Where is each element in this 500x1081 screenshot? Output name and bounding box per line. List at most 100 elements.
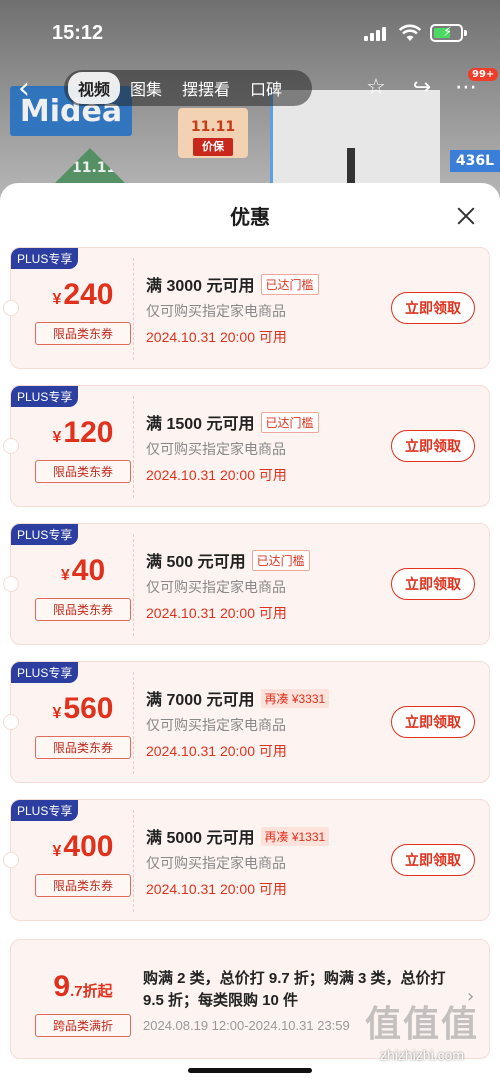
coupon-notch: [3, 300, 19, 316]
coupon-condition: 满 500 元可用 已达门槛: [146, 548, 310, 572]
signal-icon: [364, 27, 386, 41]
threshold-tag: 已达门槛: [260, 274, 319, 295]
coupon-amount: ¥240: [33, 278, 133, 312]
coupon-divider: [133, 396, 134, 498]
coupon-divider: [133, 534, 134, 636]
coupon-value: 40: [71, 554, 106, 587]
favorite-star-icon[interactable]: ☆: [362, 74, 390, 102]
coupon-date: 2024.10.31 20:00 可用: [146, 743, 287, 759]
back-icon[interactable]: ‹: [18, 74, 48, 104]
coupon-divider: [133, 258, 134, 360]
threshold-tag: 已达门槛: [260, 412, 319, 433]
home-indicator[interactable]: [188, 1068, 312, 1073]
promo-type: 跨品类满折: [35, 1014, 131, 1037]
coupon-description: 仅可购买指定家电商品: [146, 855, 286, 871]
coupon-amount: ¥40: [33, 554, 133, 588]
claim-button[interactable]: 立即领取: [391, 430, 475, 462]
coupon-condition: 满 5000 元可用 再凑 ¥1331: [146, 824, 330, 848]
discount-value: 9: [53, 970, 71, 1003]
claim-button[interactable]: 立即领取: [391, 292, 475, 324]
promo-tag-label: 11.11: [190, 119, 236, 135]
coupon-divider: [133, 810, 134, 912]
condition-text: 满 3000 元可用: [146, 278, 255, 295]
battery-nub: [464, 30, 467, 36]
share-icon[interactable]: ↪: [408, 74, 436, 102]
coupon-value: 400: [63, 830, 114, 863]
coupon-condition: 满 1500 元可用 已达门槛: [146, 410, 319, 434]
coupon-date: 2024.10.31 20:00 可用: [146, 605, 287, 621]
size-label: 436L: [449, 150, 500, 172]
currency-symbol: ¥: [60, 567, 70, 584]
coupon-date: 2024.10.31 20:00 可用: [146, 329, 287, 345]
battery-icon: ⚡: [430, 24, 467, 42]
condition-text: 满 500 元可用: [146, 554, 246, 571]
sheet-title: 优惠: [230, 207, 270, 229]
coupon-description: 仅可购买指定家电商品: [146, 579, 286, 595]
coupon-date: 2024.10.31 20:00 可用: [146, 881, 287, 897]
coupon-divider: [133, 672, 134, 774]
condition-text: 满 5000 元可用: [146, 830, 255, 847]
coupon-value: 120: [63, 416, 114, 449]
status-bar: 15:12 ⚡: [0, 0, 500, 64]
currency-symbol: ¥: [52, 429, 62, 446]
event-label: 11.11: [72, 160, 117, 176]
message-badge: 99+: [468, 68, 499, 81]
media-tabs: 视频 图集 摆摆看 口碑: [64, 70, 312, 106]
promo-tag-sub: 价保: [193, 138, 233, 156]
coupon-card: PLUS专享 ¥120 限品类东券 满 1500 元可用 已达门槛 仅可购买指定家…: [3, 385, 490, 507]
watermark-url: zhizhizhi.com: [379, 1047, 465, 1063]
tab-reviews[interactable]: 口碑: [240, 72, 292, 104]
status-time: 15:12: [52, 22, 104, 44]
coupon-description: 仅可购买指定家电商品: [146, 717, 286, 733]
coupon-card: PLUS专享 ¥560 限品类东券 满 7000 元可用 再凑 ¥3331 仅可购…: [3, 661, 490, 783]
promo-tag: 11.11 价保: [178, 108, 248, 158]
coupon-card: PLUS专享 ¥400 限品类东券 满 5000 元可用 再凑 ¥1331 仅可购…: [3, 799, 490, 921]
coupon-condition: 满 7000 元可用 再凑 ¥3331: [146, 686, 330, 710]
tab-video[interactable]: 视频: [68, 72, 121, 104]
coupon-description: 仅可购买指定家电商品: [146, 303, 286, 319]
coupon-date: 2024.10.31 20:00 可用: [146, 467, 287, 483]
coupon-type: 限品类东券: [35, 460, 131, 483]
fridge-handle: [347, 148, 355, 188]
tab-placement[interactable]: 摆摆看: [172, 72, 240, 104]
coupon-notch: [3, 852, 19, 868]
coupon-type: 限品类东券: [35, 322, 131, 345]
discount-suffix: .7折起: [70, 983, 113, 1000]
coupon-amount: ¥120: [33, 416, 133, 450]
coupon-amount: ¥400: [33, 830, 133, 864]
coupon-value: 240: [63, 278, 114, 311]
coupon-type: 限品类东券: [35, 736, 131, 759]
claim-button[interactable]: 立即领取: [391, 706, 475, 738]
condition-text: 满 7000 元可用: [146, 692, 255, 709]
plus-badge: PLUS专享: [11, 524, 79, 545]
currency-symbol: ¥: [52, 705, 62, 722]
threshold-tag: 已达门槛: [251, 550, 310, 571]
wifi-icon: [399, 24, 421, 41]
watermark: 值值值 zhizhizhi.com: [352, 995, 492, 1063]
condition-text: 满 1500 元可用: [146, 416, 255, 433]
currency-symbol: ¥: [52, 843, 62, 860]
plus-badge: PLUS专享: [11, 248, 79, 269]
coupon-card: PLUS专享 ¥40 限品类东券 满 500 元可用 已达门槛 仅可购买指定家电商…: [3, 523, 490, 645]
plus-badge: PLUS专享: [11, 800, 79, 821]
coupon-description: 仅可购买指定家电商品: [146, 441, 286, 457]
remaining-tag: 再凑 ¥1331: [260, 827, 330, 846]
charging-bolt-icon: ⚡: [443, 25, 453, 40]
coupon-card: PLUS专享 ¥240 限品类东券 满 3000 元可用 已达门槛 仅可购买指定家…: [3, 247, 490, 369]
coupon-type: 限品类东券: [35, 874, 131, 897]
watermark-logo: 值值值: [364, 1003, 479, 1044]
promo-date: 2024.08.19 12:00-2024.10.31 23:59: [143, 1018, 350, 1033]
tab-gallery[interactable]: 图集: [120, 72, 172, 104]
claim-button[interactable]: 立即领取: [391, 568, 475, 600]
plus-badge: PLUS专享: [11, 386, 79, 407]
coupon-notch: [3, 438, 19, 454]
coupon-type: 限品类东券: [35, 598, 131, 621]
coupon-value: 560: [63, 692, 114, 725]
plus-badge: PLUS专享: [11, 662, 79, 683]
offers-sheet: 优惠 PLUS专享 ¥240 限品类东券 满 3000 元可用 已达门槛 仅可购买…: [0, 183, 500, 1081]
close-icon[interactable]: [455, 205, 477, 227]
coupon-amount: ¥560: [33, 692, 133, 726]
claim-button[interactable]: 立即领取: [391, 844, 475, 876]
currency-symbol: ¥: [52, 291, 62, 308]
coupon-condition: 满 3000 元可用 已达门槛: [146, 272, 319, 296]
